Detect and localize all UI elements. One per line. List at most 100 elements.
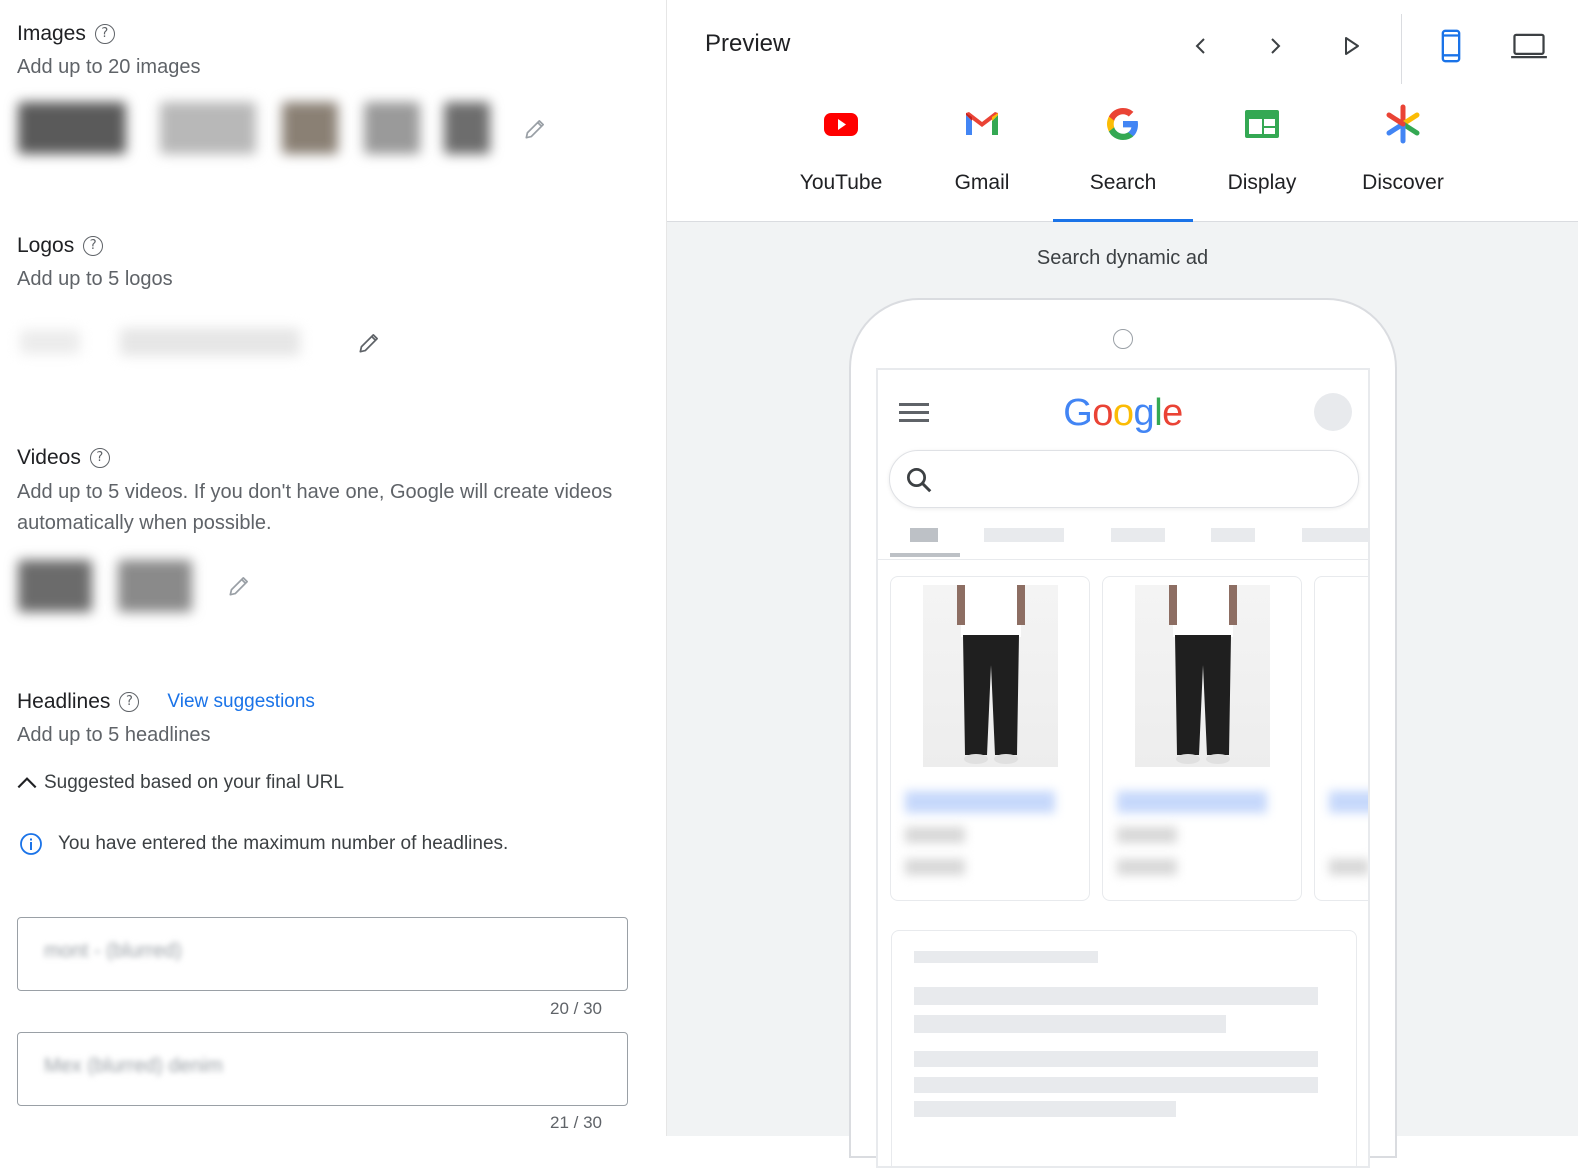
image-thumbnail xyxy=(160,102,256,154)
skeleton-line xyxy=(914,987,1318,1005)
gmail-icon xyxy=(966,112,998,135)
tab-youtube[interactable]: YouTube xyxy=(771,100,911,222)
previous-button[interactable] xyxy=(1185,30,1217,62)
mock-search-box xyxy=(889,450,1359,508)
product-image xyxy=(1135,585,1270,767)
suggested-toggle[interactable]: Suggested based on your final URL xyxy=(14,770,344,796)
images-subtitle: Add up to 20 images xyxy=(17,56,201,78)
images-title: Images xyxy=(17,22,86,45)
skeleton-line xyxy=(914,1077,1318,1093)
headlines-subtitle: Add up to 5 headlines xyxy=(17,724,211,746)
chip-placeholder xyxy=(1111,528,1165,542)
video-thumbnail xyxy=(18,560,92,612)
product-card xyxy=(890,576,1090,901)
suggested-toggle-label: Suggested based on your final URL xyxy=(44,772,344,793)
view-suggestions-link[interactable]: View suggestions xyxy=(167,691,315,713)
text-ad-skeleton xyxy=(891,930,1357,1166)
logos-subtitle: Add up to 5 logos xyxy=(17,268,173,290)
tab-search-label: Search xyxy=(1089,171,1157,194)
headlines-section-title: Headlines ? View suggestions xyxy=(17,690,315,714)
headline-1-counter: 20 / 30 xyxy=(550,999,602,1018)
videos-section-title: Videos ? xyxy=(17,446,110,470)
tab-discover-label: Discover xyxy=(1362,171,1444,194)
product-card xyxy=(1102,576,1302,901)
headline-input-1-value: mont - (blurred) xyxy=(44,940,182,962)
images-section-title: Images ? xyxy=(17,22,115,46)
desktop-view-button[interactable] xyxy=(1509,30,1549,62)
videos-help-icon[interactable]: ? xyxy=(89,448,110,468)
videos-title: Videos xyxy=(17,446,81,469)
skeleton-line xyxy=(914,1101,1176,1117)
skeleton-line xyxy=(914,1051,1318,1067)
product-price-placeholder xyxy=(905,827,965,843)
logos-section-title: Logos ? xyxy=(17,234,104,258)
product-jeans-image xyxy=(1169,585,1237,764)
headline-input-2-value: Mex (blurred) denim xyxy=(44,1055,223,1077)
info-message: You have entered the maximum number of h… xyxy=(58,833,509,854)
headline-input-1[interactable]: mont - (blurred) xyxy=(17,917,628,991)
phone-screen: Google xyxy=(876,368,1370,1168)
edit-logos-pencil-icon[interactable] xyxy=(356,330,382,356)
product-title-placeholder xyxy=(1117,791,1267,813)
search-icon xyxy=(907,468,932,493)
headline-input-2[interactable]: Mex (blurred) denim xyxy=(17,1032,628,1106)
chevron-right-icon xyxy=(1271,38,1281,54)
avatar xyxy=(1314,393,1352,431)
tab-gmail-label: Gmail xyxy=(954,171,1010,194)
headlines-title: Headlines xyxy=(17,690,111,713)
info-icon xyxy=(20,833,42,855)
videos-subtitle: Add up to 5 videos. If you don't have on… xyxy=(17,481,613,534)
max-headlines-info: You have entered the maximum number of h… xyxy=(19,832,508,856)
chip-active-indicator xyxy=(890,553,960,557)
image-thumbnail xyxy=(282,102,338,154)
product-store-placeholder xyxy=(1329,859,1368,875)
tab-gmail[interactable]: Gmail xyxy=(912,100,1052,222)
display-icon xyxy=(1245,110,1279,138)
asset-editor-panel: Images ? Add up to 20 images Logos ? Add… xyxy=(0,0,667,1136)
google-g-icon xyxy=(1107,108,1138,140)
laptop-icon xyxy=(1511,33,1547,59)
edit-images-pencil-icon[interactable] xyxy=(522,116,548,142)
tab-display-label: Display xyxy=(1227,171,1297,194)
tab-discover[interactable]: Discover xyxy=(1333,100,1473,222)
logo-thumbnail xyxy=(20,330,80,354)
image-thumbnail xyxy=(18,102,126,154)
logos-title: Logos xyxy=(17,234,75,257)
product-price-placeholder xyxy=(1117,827,1177,843)
skeleton-line xyxy=(914,1015,1226,1033)
play-icon xyxy=(1345,37,1359,55)
play-button[interactable] xyxy=(1335,30,1367,62)
product-store-placeholder xyxy=(1117,859,1177,875)
preview-title: Preview xyxy=(705,30,791,57)
edit-videos-pencil-icon[interactable] xyxy=(226,573,252,599)
video-thumbnail xyxy=(118,560,192,612)
preview-panel: Preview YouTube Gmail Search Display Dis… xyxy=(667,0,1578,1168)
logos-help-icon[interactable]: ? xyxy=(83,236,104,256)
chip-placeholder xyxy=(984,528,1064,542)
youtube-icon xyxy=(824,113,858,136)
phone-mockup: Google xyxy=(849,298,1397,1168)
phone-icon xyxy=(1441,29,1461,63)
active-tab-indicator xyxy=(1053,219,1193,222)
google-logo: Google xyxy=(1063,392,1183,434)
headline-2-counter: 21 / 30 xyxy=(550,1113,602,1132)
next-button[interactable] xyxy=(1259,30,1291,62)
headlines-help-icon[interactable]: ? xyxy=(119,692,140,712)
image-thumbnail xyxy=(364,102,420,154)
product-title-placeholder xyxy=(905,791,1055,813)
images-help-icon[interactable]: ? xyxy=(94,24,115,44)
tab-youtube-label: YouTube xyxy=(799,171,883,194)
tab-search[interactable]: Search xyxy=(1053,100,1193,222)
chip-placeholder xyxy=(910,528,938,542)
product-card xyxy=(1314,576,1368,901)
ad-format-caption: Search dynamic ad xyxy=(1036,247,1209,269)
chevron-left-icon xyxy=(1195,38,1205,54)
logo-thumbnail xyxy=(120,328,300,356)
tab-display[interactable]: Display xyxy=(1192,100,1332,222)
mobile-view-button[interactable] xyxy=(1435,29,1467,63)
skeleton-line xyxy=(914,951,1098,963)
preview-header: Preview YouTube Gmail Search Display Dis… xyxy=(667,0,1578,222)
header-divider xyxy=(1401,14,1402,84)
chip-placeholder xyxy=(1302,528,1368,542)
phone-camera xyxy=(1113,329,1133,349)
